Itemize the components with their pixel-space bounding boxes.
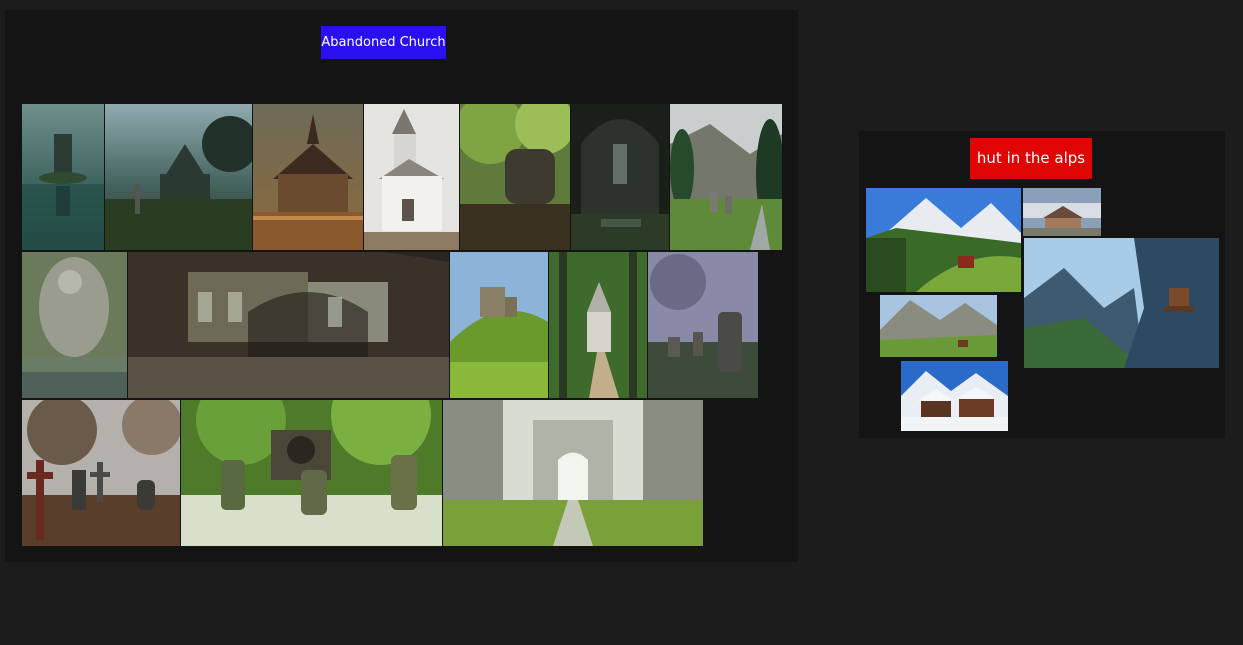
photo-ruined-cathedral-hall[interactable] <box>128 252 449 398</box>
photo-white-chapel[interactable] <box>364 104 459 250</box>
photo-castle-ruin-green-hill[interactable] <box>450 252 548 398</box>
photo-giant-stone-statue[interactable] <box>22 252 127 398</box>
photo-overgrown-tombstones-flowers[interactable] <box>181 400 442 546</box>
photo-snowy-cabins[interactable] <box>901 361 1008 431</box>
board-title-hut-in-the-alps[interactable]: hut in the alps <box>970 138 1092 179</box>
photo-church-nave-interior[interactable] <box>571 104 669 250</box>
photo-mountain-hut-clouds[interactable] <box>1023 188 1101 236</box>
board-title-abandoned-church[interactable]: Abandoned Church <box>321 26 446 59</box>
photo-alpine-meadow-chalet[interactable] <box>866 188 1021 292</box>
photo-crosses-cemetery[interactable] <box>22 400 180 546</box>
photo-tower-in-lake[interactable] <box>22 104 104 250</box>
photo-chapel-in-woods[interactable] <box>549 252 647 398</box>
photo-ruined-chapel-graveyard[interactable] <box>105 104 252 250</box>
photo-cliffside-inn[interactable] <box>1024 238 1219 368</box>
photo-ruined-church-nave-grass[interactable] <box>443 400 703 546</box>
photo-wooden-church[interactable] <box>253 104 363 250</box>
photo-misty-graveyard[interactable] <box>648 252 758 398</box>
board-abandoned-church[interactable]: Abandoned Church <box>5 10 798 562</box>
photo-valley-village[interactable] <box>880 295 997 357</box>
photo-graveyard-path-cypress[interactable] <box>670 104 782 250</box>
photo-overgrown-stone-hut[interactable] <box>460 104 570 250</box>
board-hut-in-the-alps[interactable]: hut in the alps <box>859 131 1225 438</box>
